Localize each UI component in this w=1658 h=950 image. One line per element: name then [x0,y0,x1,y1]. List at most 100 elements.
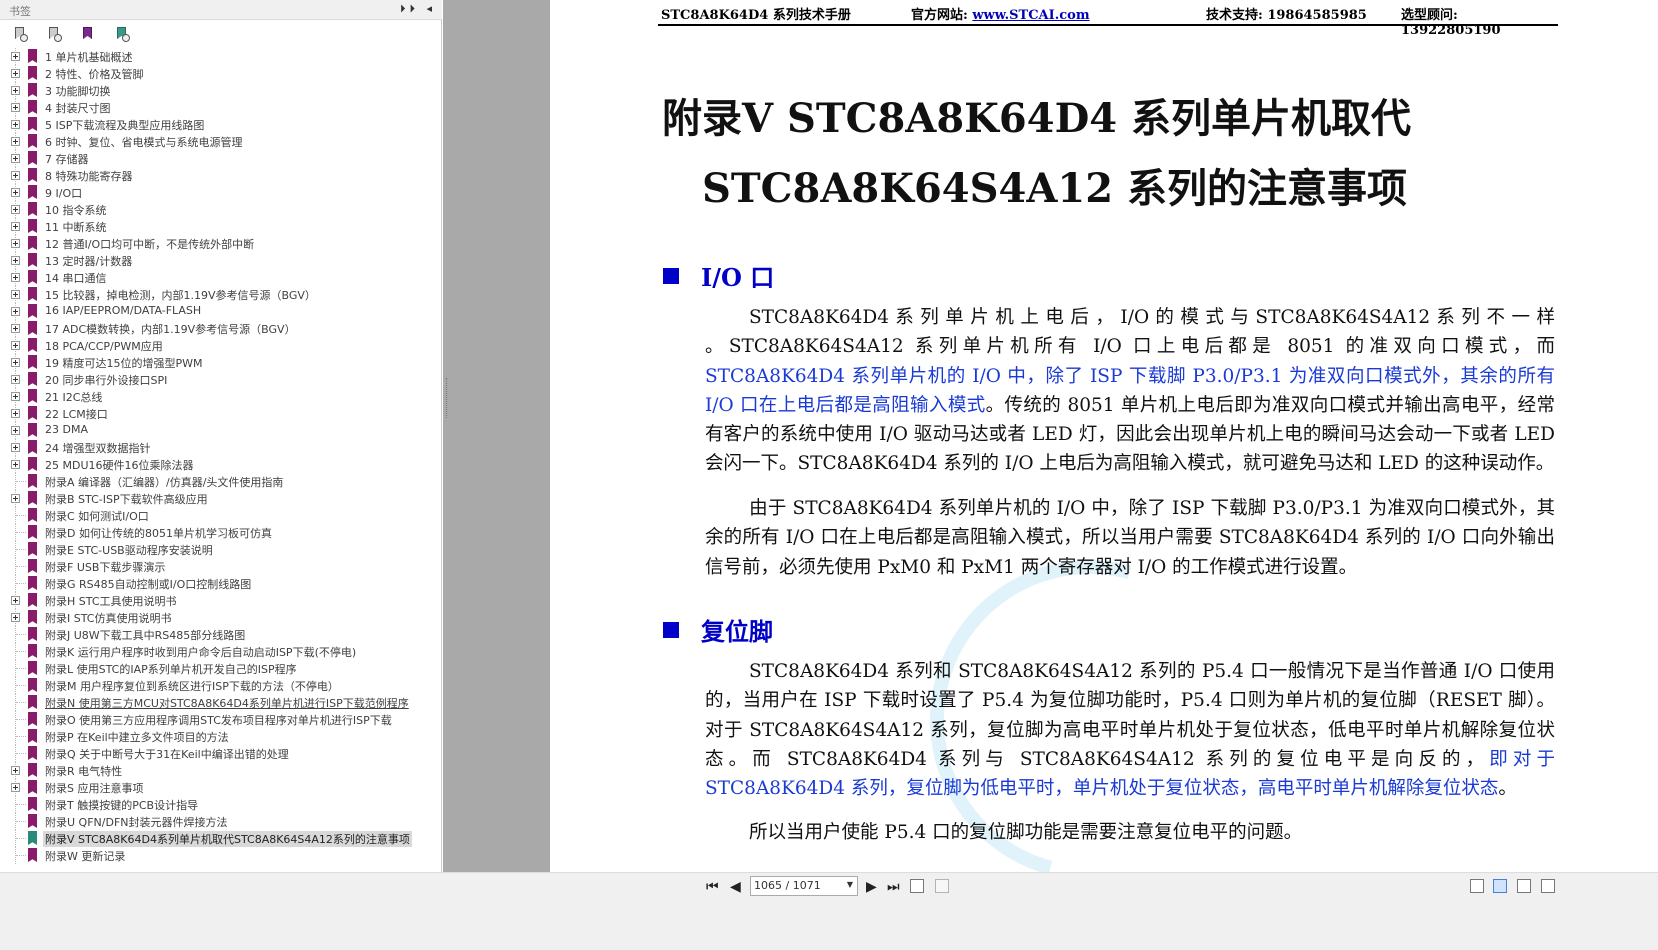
expand-toggle-icon[interactable] [11,273,20,282]
expand-toggle-icon[interactable] [11,783,20,792]
prev-page-button[interactable]: ◀ [730,879,741,895]
panel-collapse-buttons[interactable]: ⏵⏵ ◂ [400,2,436,16]
expand-toggle-icon[interactable] [11,137,20,146]
continuous-view-icon[interactable] [1493,879,1507,893]
expand-toggle-icon[interactable] [11,120,20,129]
bookmark-item[interactable]: 附录I STC仿真使用说明书 [0,609,442,626]
bookmark-item[interactable]: 13 定时器/计数器 [0,252,442,269]
bookmark-item[interactable]: 附录E STC-USB驱动程序安装说明 [0,541,442,558]
bookmark-item[interactable]: 附录N 使用第三方MCU对STC8A8K64D4系列单片机进行ISP下载范例程序 [0,694,442,711]
bookmark-item[interactable]: 12 普通I/O口均可中断，不是传统外部中断 [0,235,442,252]
bookmark-item[interactable]: 4 封装尺寸图 [0,99,442,116]
bookmark-item[interactable]: 25 MDU16硬件16位乘除法器 [0,456,442,473]
bookmark-item[interactable]: 9 I/O口 [0,184,442,201]
expand-toggle-icon[interactable] [11,392,20,401]
back-view-icon[interactable] [910,879,924,893]
bookmark-item[interactable]: 附录K 运行用户程序时收到用户命令后自动启动ISP下载(不停电) [0,643,442,660]
expand-toggle-icon[interactable] [11,205,20,214]
website-link[interactable]: www.STCAI.com [972,8,1089,23]
bookmark-item[interactable]: 附录G RS485自动控制或I/O口控制线路图 [0,575,442,592]
bookmark-item[interactable]: 6 时钟、复位、省电模式与系统电源管理 [0,133,442,150]
facing-continuous-view-icon[interactable] [1541,879,1555,893]
expand-toggle-icon[interactable] [11,154,20,163]
expand-toggle-icon[interactable] [11,52,20,61]
expand-toggle-icon[interactable] [11,86,20,95]
expand-toggle-icon[interactable] [11,596,20,605]
expand-toggle-icon[interactable] [11,358,20,367]
bookmark-item[interactable]: 23 DMA [0,422,442,439]
bookmark-item[interactable]: 附录S 应用注意事项 [0,779,442,796]
bookmark-item[interactable]: 21 I2C总线 [0,388,442,405]
first-page-button[interactable]: ⏮ [706,879,719,895]
expand-toggle-icon[interactable] [11,341,20,350]
expand-toggle-icon[interactable] [11,239,20,248]
expand-toggle-icon[interactable] [11,171,20,180]
bookmark-item[interactable]: 17 ADC模数转换，内部1.19V参考信号源（BGV） [0,320,442,337]
expand-toggle-icon[interactable] [11,324,20,333]
splitter-grip[interactable] [446,378,449,418]
bookmark-item[interactable]: 附录B STC-ISP下载软件高级应用 [0,490,442,507]
expand-toggle-icon[interactable] [11,613,20,622]
bookmark-item[interactable]: 附录R 电气特性 [0,762,442,779]
bookmark-item[interactable]: 5 ISP下载流程及典型应用线路图 [0,116,442,133]
bookmark-item[interactable]: 附录T 触摸按键的PCB设计指导 [0,796,442,813]
bookmark-item[interactable]: 15 比较器，掉电检测，内部1.19V参考信号源（BGV） [0,286,442,303]
expand-toggle-icon[interactable] [11,222,20,231]
bookmark-item[interactable]: 18 PCA/CCP/PWM应用 [0,337,442,354]
bookmark-item[interactable]: 8 特殊功能寄存器 [0,167,442,184]
bookmark-item[interactable]: 19 精度可达15位的增强型PWM [0,354,442,371]
bookmark-item[interactable]: 24 增强型双数据指针 [0,439,442,456]
forward-view-icon[interactable] [935,879,949,893]
expand-toggle-icon[interactable] [11,409,20,418]
bookmark-item[interactable]: 附录L 使用STC的IAP系列单片机开发自己的ISP程序 [0,660,442,677]
bookmark-item[interactable]: 7 存储器 [0,150,442,167]
bookmark-item[interactable]: 附录D 如何让传统的8051单片机学习板可仿真 [0,524,442,541]
bookmark-item[interactable]: 附录C 如何测试I/O口 [0,507,442,524]
bookmark-item[interactable]: 附录P 在Keil中建立多文件项目的方法 [0,728,442,745]
bookmark-item[interactable]: 附录O 使用第三方应用程序调用STC发布项目程序对单片机进行ISP下载 [0,711,442,728]
bookmark-item[interactable]: 11 中断系统 [0,218,442,235]
bookmark-item[interactable]: 附录W 更新记录 [0,847,442,864]
bookmark-item[interactable]: 3 功能脚切换 [0,82,442,99]
expand-toggle-icon[interactable] [11,290,20,299]
expand-toggle-icon[interactable] [11,426,20,435]
bookmark-item[interactable]: 附录Q 关于中断号大于31在Keil中编译出错的处理 [0,745,442,762]
bookmark-item[interactable]: 附录H STC工具使用说明书 [0,592,442,609]
expand-toggle-icon[interactable] [11,443,20,452]
bookmark-find-icon[interactable] [114,26,130,42]
bookmark-item[interactable]: 16 IAP/EEPROM/DATA-FLASH [0,303,442,320]
bookmark-item[interactable]: 附录V STC8A8K64D4系列单片机取代STC8A8K64S4A12系列的注… [0,830,442,847]
facing-view-icon[interactable] [1517,879,1531,893]
bookmark-item[interactable]: 20 同步串行外设接口SPI [0,371,442,388]
bookmark-new-icon[interactable] [80,26,96,42]
bookmark-icon [28,797,37,811]
panel-splitter[interactable] [443,0,550,923]
expand-toggle-icon[interactable] [11,69,20,78]
page-number-field[interactable]: 1065 / 1071 ▼ [750,876,858,896]
expand-toggle-icon[interactable] [11,460,20,469]
last-page-button[interactable]: ⏭ [887,879,900,895]
bookmark-item[interactable]: 1 单片机基础概述 [0,48,442,65]
bookmark-item[interactable]: 附录F USB下载步骤演示 [0,558,442,575]
expand-toggle-icon[interactable] [11,307,20,316]
single-page-view-icon[interactable] [1470,879,1484,893]
bookmark-item[interactable]: 10 指令系统 [0,201,442,218]
expand-toggle-icon[interactable] [11,256,20,265]
bookmark-item[interactable]: 附录U QFN/DFN封装元器件焊接方法 [0,813,442,830]
bookmark-item[interactable]: 22 LCM接口 [0,405,442,422]
expand-toggle-icon[interactable] [11,766,20,775]
expand-toggle-icon[interactable] [11,375,20,384]
tree-line [16,753,26,754]
bookmark-item[interactable]: 附录M 用户程序复位到系统区进行ISP下载的方法（不停电） [0,677,442,694]
bookmark-item[interactable]: 附录J U8W下载工具中RS485部分线路图 [0,626,442,643]
expand-toggle-icon[interactable] [11,103,20,112]
bookmark-item[interactable]: 2 特性、价格及管脚 [0,65,442,82]
chevron-down-icon[interactable]: ▼ [847,880,853,889]
expand-toggle-icon[interactable] [11,188,20,197]
bookmark-item[interactable]: 附录A 编译器（汇编器）/仿真器/头文件使用指南 [0,473,442,490]
expand-toggle-icon[interactable] [11,494,20,503]
bookmark-expand-icon[interactable] [46,26,62,42]
bookmark-item[interactable]: 14 串口通信 [0,269,442,286]
next-page-button[interactable]: ▶ [866,879,877,895]
bookmark-options-icon[interactable] [12,26,28,42]
